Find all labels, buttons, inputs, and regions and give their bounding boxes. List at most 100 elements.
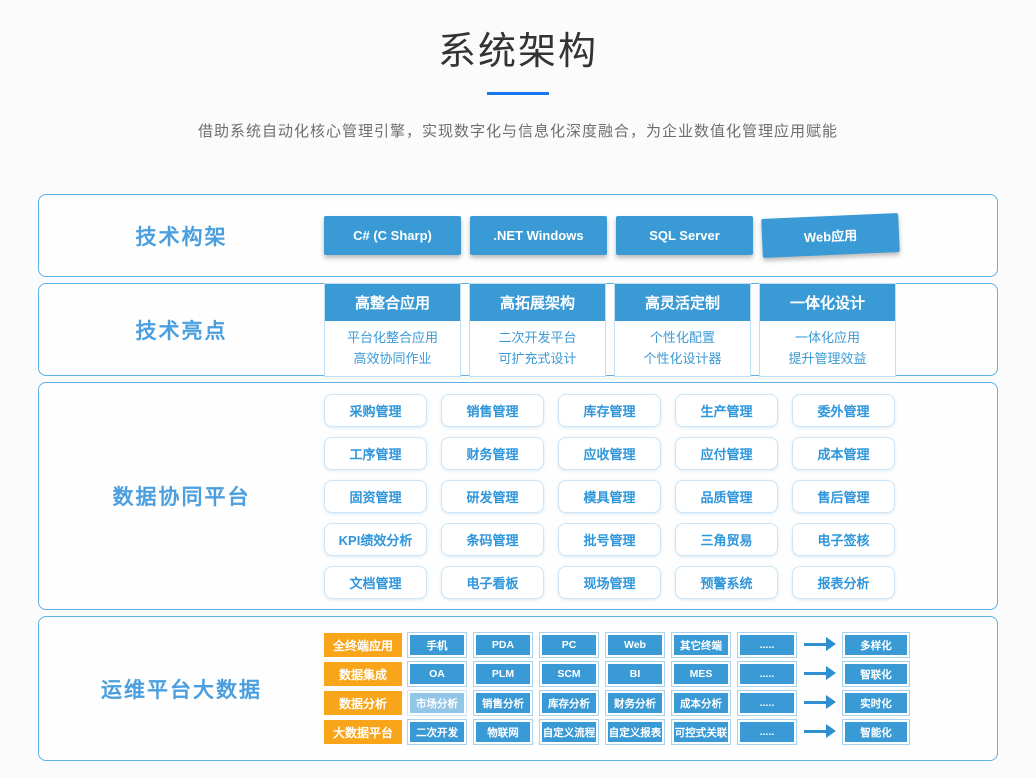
ops-item-button[interactable]: 可控式关联	[672, 720, 730, 744]
ops-item-button[interactable]: 成本分析	[672, 691, 730, 715]
module-button[interactable]: 采购管理	[324, 394, 427, 427]
arrow-right-icon	[804, 720, 838, 744]
highlight-card-body: 平台化整合应用高效协同作业	[325, 321, 460, 376]
highlight-card-line: 二次开发平台	[470, 327, 605, 348]
ops-item-button[interactable]: PLM	[474, 662, 532, 686]
module-button[interactable]: 销售管理	[441, 394, 544, 427]
section-label-ops-bigdata: 运维平台大数据	[39, 674, 324, 704]
ops-item-button[interactable]: 市场分析	[408, 691, 466, 715]
highlight-card-title: 高拓展架构	[470, 284, 605, 321]
tech-stack-button[interactable]: .NET Windows	[470, 216, 607, 255]
arrow-right-icon	[804, 662, 838, 686]
ops-result-button: 多样化	[843, 633, 909, 657]
module-button[interactable]: 工序管理	[324, 437, 427, 470]
highlight-card-body: 一体化应用提升管理效益	[760, 321, 895, 376]
highlight-card-body: 个性化配置个性化设计器	[615, 321, 750, 376]
highlight-card: 高灵活定制个性化配置个性化设计器	[614, 283, 751, 377]
section-tech-highlights: 技术亮点 高整合应用平台化整合应用高效协同作业高拓展架构二次开发平台可扩充式设计…	[38, 283, 998, 376]
tech-stack-button[interactable]: Web应用	[761, 213, 900, 258]
section-ops-bigdata: 运维平台大数据 全终端应用手机PDAPCWeb其它终端.....多样化数据集成O…	[38, 616, 998, 761]
module-button[interactable]: 固资管理	[324, 480, 427, 513]
ops-item-button[interactable]: 财务分析	[606, 691, 664, 715]
module-button[interactable]: 品质管理	[675, 480, 778, 513]
module-button[interactable]: 模具管理	[558, 480, 661, 513]
module-button[interactable]: 售后管理	[792, 480, 895, 513]
arrow-right-icon	[804, 691, 838, 715]
section-label-data-platform: 数据协同平台	[39, 481, 324, 511]
module-button[interactable]: 应付管理	[675, 437, 778, 470]
highlight-card: 高整合应用平台化整合应用高效协同作业	[324, 283, 461, 377]
module-button[interactable]: 应收管理	[558, 437, 661, 470]
module-button[interactable]: 财务管理	[441, 437, 544, 470]
ops-item-button[interactable]: .....	[738, 691, 796, 715]
module-grid: 采购管理销售管理库存管理生产管理委外管理工序管理财务管理应收管理应付管理成本管理…	[324, 394, 895, 599]
highlight-card: 一体化设计一体化应用提升管理效益	[759, 283, 896, 377]
ops-item-button[interactable]: .....	[738, 662, 796, 686]
ops-item-button[interactable]: 其它终端	[672, 633, 730, 657]
highlight-card-line: 平台化整合应用	[325, 327, 460, 348]
module-button[interactable]: 电子看板	[441, 566, 544, 599]
module-button[interactable]: 委外管理	[792, 394, 895, 427]
ops-item-button[interactable]: PC	[540, 633, 598, 657]
module-button[interactable]: 库存管理	[558, 394, 661, 427]
ops-item-button[interactable]: BI	[606, 662, 664, 686]
highlight-card-body: 二次开发平台可扩充式设计	[470, 321, 605, 376]
module-button[interactable]: 现场管理	[558, 566, 661, 599]
ops-item-button[interactable]: OA	[408, 662, 466, 686]
highlight-card-line: 高效协同作业	[325, 348, 460, 369]
ops-item-button[interactable]: .....	[738, 720, 796, 744]
module-button[interactable]: 条码管理	[441, 523, 544, 556]
ops-category-label: 数据分析	[324, 691, 402, 715]
ops-row: 大数据平台二次开发物联网自定义流程自定义报表可控式关联.....智能化	[324, 720, 909, 744]
ops-item-button[interactable]: Web	[606, 633, 664, 657]
ops-row: 数据集成OAPLMSCMBIMES.....智联化	[324, 662, 909, 686]
module-button[interactable]: 报表分析	[792, 566, 895, 599]
section-data-platform: 数据协同平台 采购管理销售管理库存管理生产管理委外管理工序管理财务管理应收管理应…	[38, 382, 998, 610]
section-label-tech-stack: 技术构架	[39, 221, 324, 251]
module-button[interactable]: 文档管理	[324, 566, 427, 599]
ops-item-button[interactable]: 自定义报表	[606, 720, 664, 744]
ops-result-button: 实时化	[843, 691, 909, 715]
highlight-card-line: 个性化配置	[615, 327, 750, 348]
highlight-card-line: 提升管理效益	[760, 348, 895, 369]
ops-item-button[interactable]: 物联网	[474, 720, 532, 744]
highlight-card-title: 高灵活定制	[615, 284, 750, 321]
module-button[interactable]: 预警系统	[675, 566, 778, 599]
module-button[interactable]: 成本管理	[792, 437, 895, 470]
ops-item-button[interactable]: 手机	[408, 633, 466, 657]
ops-item-button[interactable]: 自定义流程	[540, 720, 598, 744]
title-underline	[487, 92, 549, 95]
ops-item-button[interactable]: 库存分析	[540, 691, 598, 715]
ops-result-button: 智联化	[843, 662, 909, 686]
ops-item-button[interactable]: MES	[672, 662, 730, 686]
highlight-card-title: 一体化设计	[760, 284, 895, 321]
module-button[interactable]: 研发管理	[441, 480, 544, 513]
page-subtitle: 借助系统自动化核心管理引擎，实现数字化与信息化深度融合，为企业数值化管理应用赋能	[0, 120, 1036, 141]
ops-item-button[interactable]: .....	[738, 633, 796, 657]
module-button[interactable]: 批号管理	[558, 523, 661, 556]
ops-item-button[interactable]: 销售分析	[474, 691, 532, 715]
tech-stack-button[interactable]: SQL Server	[616, 216, 753, 255]
highlight-cards: 高整合应用平台化整合应用高效协同作业高拓展架构二次开发平台可扩充式设计高灵活定制…	[324, 283, 896, 377]
ops-item-button[interactable]: SCM	[540, 662, 598, 686]
highlight-card-line: 可扩充式设计	[470, 348, 605, 369]
highlight-card-title: 高整合应用	[325, 284, 460, 321]
module-button[interactable]: KPI绩效分析	[324, 523, 427, 556]
tech-stack-buttons: C# (C Sharp).NET WindowsSQL ServerWeb应用	[324, 216, 899, 255]
page-title: 系统架构	[0, 0, 1036, 75]
module-button[interactable]: 三角贸易	[675, 523, 778, 556]
arrow-right-icon	[804, 633, 838, 657]
section-tech-stack: 技术构架 C# (C Sharp).NET WindowsSQL ServerW…	[38, 194, 998, 277]
module-button[interactable]: 生产管理	[675, 394, 778, 427]
tech-stack-button[interactable]: C# (C Sharp)	[324, 216, 461, 255]
ops-category-label: 全终端应用	[324, 633, 402, 657]
ops-row: 全终端应用手机 PDA PC Web 其它终端..... 多样化	[324, 633, 909, 657]
module-button[interactable]: 电子签核	[792, 523, 895, 556]
ops-row: 数据分析市场分析销售分析库存分析财务分析成本分析..... 实时化	[324, 691, 909, 715]
highlight-card-line: 一体化应用	[760, 327, 895, 348]
ops-rows: 全终端应用手机PDAPCWeb其它终端.....多样化数据集成OAPLMSCMB…	[324, 633, 909, 744]
highlight-card-line: 个性化设计器	[615, 348, 750, 369]
section-label-tech-highlights: 技术亮点	[39, 315, 324, 345]
ops-item-button[interactable]: PDA	[474, 633, 532, 657]
ops-item-button[interactable]: 二次开发	[408, 720, 466, 744]
